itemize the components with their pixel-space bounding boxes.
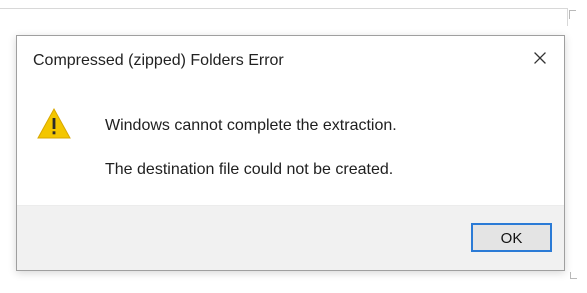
dialog-body: Windows cannot complete the extraction. … — [17, 76, 564, 208]
error-message: Windows cannot complete the extraction. — [105, 117, 397, 134]
warning-icon — [36, 107, 72, 140]
background-window-right-edge — [567, 8, 568, 26]
close-button[interactable] — [526, 46, 554, 74]
ok-button[interactable]: OK — [471, 223, 552, 252]
error-detail: The destination file could not be create… — [105, 161, 394, 178]
dialog-footer: OK — [17, 205, 564, 270]
background-window-corner — [569, 10, 576, 19]
background-window-top-edge — [0, 8, 567, 9]
background-window-bottom-corner — [570, 272, 577, 279]
dialog-title: Compressed (zipped) Folders Error — [33, 52, 284, 69]
error-dialog: Compressed (zipped) Folders Error Window… — [16, 35, 565, 271]
close-icon — [532, 50, 548, 71]
